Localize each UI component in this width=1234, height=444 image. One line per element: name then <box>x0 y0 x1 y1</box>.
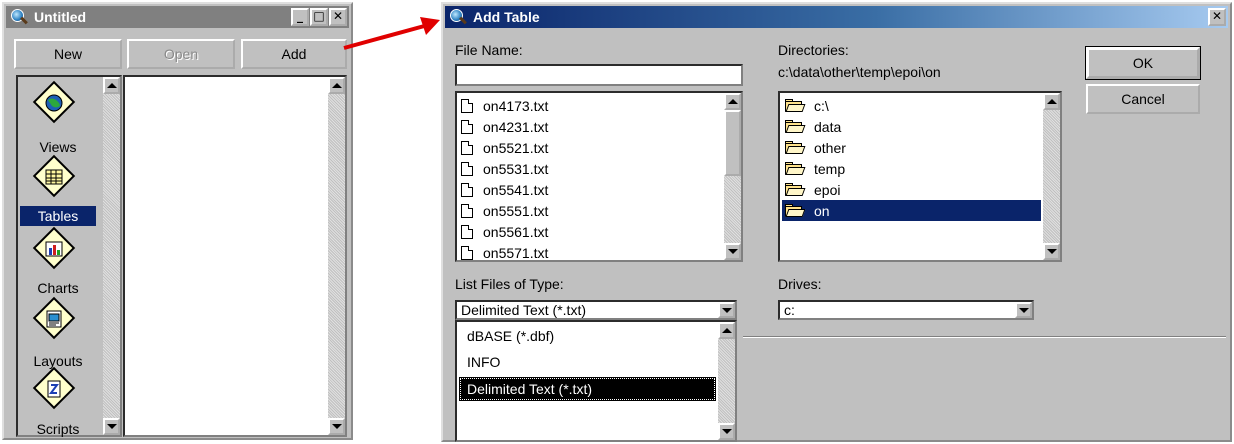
open-button[interactable]: Open <box>127 39 235 69</box>
dropdown-option-selected[interactable]: Delimited Text (*.txt) <box>459 377 716 401</box>
current-path: c:\data\other\temp\epoi\on <box>778 64 941 80</box>
scroll-down-arrow[interactable] <box>724 243 741 260</box>
minimize-button[interactable]: _ <box>291 8 309 26</box>
sidebar-item-scripts[interactable]: Scripts <box>20 419 96 439</box>
directory-list[interactable]: c:\ data other temp epoi on <box>778 91 1062 262</box>
drive-value: c: <box>784 302 795 318</box>
arcview-logo-icon <box>10 8 28 26</box>
directories-label: Directories: <box>778 42 849 58</box>
drives-select[interactable]: c: <box>778 300 1034 320</box>
project-window-title: Untitled <box>34 9 87 25</box>
add-button[interactable]: Add <box>241 39 347 69</box>
open-folder-icon <box>784 120 806 133</box>
scroll-up-arrow[interactable] <box>328 77 345 94</box>
list-item[interactable]: on5541.txt <box>461 179 548 200</box>
document-icon <box>461 140 473 155</box>
project-window-titlebar[interactable]: Untitled _ □ ✕ <box>6 6 349 28</box>
scroll-up-arrow[interactable] <box>1043 93 1060 110</box>
file-name-label: File Name: <box>455 42 523 58</box>
open-folder-icon <box>784 204 806 217</box>
layout-icon <box>46 310 62 328</box>
scripts-icon[interactable] <box>32 366 76 413</box>
list-item[interactable]: on4173.txt <box>461 95 548 116</box>
globe-icon <box>45 94 63 112</box>
file-type-select[interactable]: Delimited Text (*.txt) <box>455 300 737 320</box>
document-icon <box>461 182 473 197</box>
scroll-up-arrow[interactable] <box>103 77 120 94</box>
file-list[interactable]: on4173.txt on4231.txt on5521.txt on5531.… <box>455 91 743 262</box>
add-table-dialog: Add Table ✕ File Name: on4173.txt on4231… <box>441 2 1232 442</box>
dialog-title: Add Table <box>473 9 540 25</box>
dropdown-option[interactable]: INFO <box>459 350 716 374</box>
scroll-down-arrow[interactable] <box>328 418 345 435</box>
ok-button[interactable]: OK <box>1085 46 1201 80</box>
dropdown-scrollbar[interactable] <box>718 322 735 440</box>
dialog-close-button[interactable]: ✕ <box>1208 8 1226 26</box>
file-name-input[interactable] <box>455 64 743 86</box>
sidebar-item-charts[interactable]: Charts <box>20 278 96 298</box>
document-type-list: Views Tables Charts Layouts Scripts <box>16 75 122 437</box>
document-icon <box>461 119 473 134</box>
file-type-label: List Files of Type: <box>455 276 564 292</box>
dialog-divider <box>743 336 1226 338</box>
bar-chart-icon <box>45 241 63 257</box>
directory-item[interactable]: c:\ <box>784 95 829 116</box>
directory-item[interactable]: other <box>784 137 846 158</box>
list-item[interactable]: on5521.txt <box>461 137 548 158</box>
open-folder-icon <box>784 141 806 154</box>
list-item[interactable]: on5561.txt <box>461 221 548 242</box>
dropdown-option[interactable]: dBASE (*.dbf) <box>459 324 716 348</box>
table-icon <box>45 169 63 185</box>
sidebar-item-layouts[interactable]: Layouts <box>20 351 96 371</box>
directory-item[interactable]: temp <box>784 158 845 179</box>
scroll-up-arrow[interactable] <box>724 93 741 110</box>
scroll-up-arrow[interactable] <box>718 322 735 339</box>
cancel-button[interactable]: Cancel <box>1086 84 1200 114</box>
open-folder-icon <box>784 183 806 196</box>
sidebar-item-tables[interactable]: Tables <box>20 206 96 226</box>
views-icon[interactable] <box>32 80 76 127</box>
tables-icon[interactable] <box>32 154 76 201</box>
file-type-value: Delimited Text (*.txt) <box>461 302 586 318</box>
document-icon <box>461 245 473 260</box>
dropdown-arrow-icon[interactable] <box>718 302 735 318</box>
maximize-button[interactable]: □ <box>310 8 328 26</box>
drives-label: Drives: <box>778 276 822 292</box>
layouts-icon[interactable] <box>32 296 76 343</box>
doc-type-scrollbar[interactable] <box>103 77 120 435</box>
open-folder-icon <box>784 162 806 175</box>
scroll-down-arrow[interactable] <box>718 423 735 440</box>
directory-list-scrollbar[interactable] <box>1043 93 1060 260</box>
file-list-scrollbar[interactable] <box>724 93 741 260</box>
dropdown-arrow-icon[interactable] <box>1015 302 1032 318</box>
directory-item-selected[interactable]: on <box>782 200 1041 221</box>
scroll-down-arrow[interactable] <box>1043 243 1060 260</box>
scroll-thumb[interactable] <box>724 110 741 176</box>
scroll-down-arrow[interactable] <box>103 418 120 435</box>
file-type-dropdown[interactable]: dBASE (*.dbf) INFO Delimited Text (*.txt… <box>455 320 737 442</box>
directory-item[interactable]: data <box>784 116 841 137</box>
dialog-titlebar[interactable]: Add Table ✕ <box>445 6 1228 28</box>
document-icon <box>461 98 473 113</box>
script-icon <box>47 380 61 398</box>
list-item[interactable]: on4231.txt <box>461 116 548 137</box>
document-icon <box>461 224 473 239</box>
document-list-scrollbar[interactable] <box>328 77 345 435</box>
document-icon <box>461 203 473 218</box>
list-item[interactable]: on5531.txt <box>461 158 548 179</box>
charts-icon[interactable] <box>32 226 76 273</box>
list-item[interactable]: on5571.txt <box>461 242 548 260</box>
project-window: Untitled _ □ ✕ New Open Add Views Tables <box>2 2 353 440</box>
new-button[interactable]: New <box>14 39 122 69</box>
arcview-logo-icon <box>449 8 467 26</box>
document-list[interactable] <box>123 75 347 437</box>
open-folder-icon <box>784 99 806 112</box>
list-item[interactable]: on5551.txt <box>461 200 548 221</box>
pointer-arrow <box>343 17 440 50</box>
directory-item[interactable]: epoi <box>784 179 840 200</box>
document-icon <box>461 161 473 176</box>
sidebar-item-views[interactable]: Views <box>20 137 96 157</box>
